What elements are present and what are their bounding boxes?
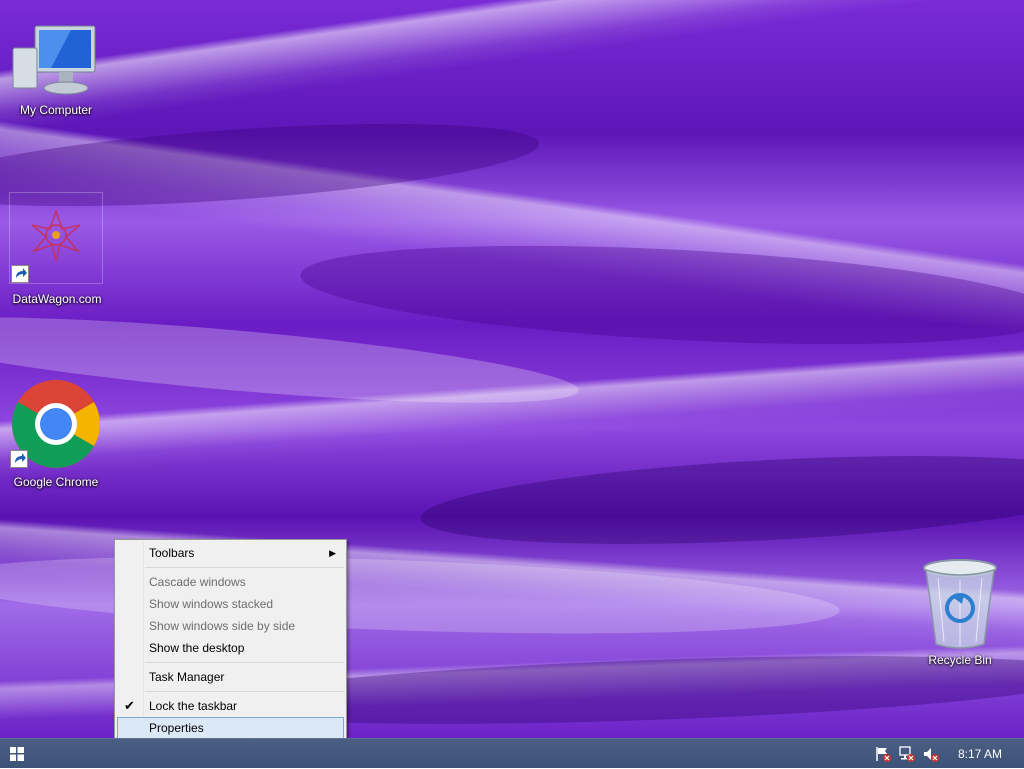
wallpaper-wave xyxy=(298,230,1024,360)
menu-item-show-the-desktop[interactable]: Show the desktop xyxy=(117,637,344,659)
menu-item-label: Cascade windows xyxy=(149,575,246,589)
recycle-bin-icon-item[interactable]: Recycle Bin xyxy=(913,558,1007,667)
shortcut-arrow-icon xyxy=(10,450,28,468)
action-center-flag-icon[interactable] xyxy=(874,745,892,763)
google-chrome-label: Google Chrome xyxy=(13,475,99,489)
menu-separator xyxy=(145,567,344,568)
menu-item-label: Lock the taskbar xyxy=(149,699,238,713)
my-computer-icon xyxy=(12,25,96,95)
volume-muted-icon[interactable] xyxy=(922,745,940,763)
menu-item-label: Toolbars xyxy=(149,546,195,560)
menu-item-label: Show the desktop xyxy=(149,641,245,655)
menu-item-label: Show windows stacked xyxy=(149,597,274,611)
recycle-bin-label: Recycle Bin xyxy=(928,653,992,667)
wallpaper-wave xyxy=(418,441,1024,559)
menu-item-properties[interactable]: Properties xyxy=(117,717,344,738)
menu-item-label: Properties xyxy=(149,721,204,735)
windows-logo-icon xyxy=(10,747,24,761)
google-chrome-icon-item[interactable]: Google Chrome xyxy=(9,378,103,489)
my-computer-icon-item[interactable]: My Computer xyxy=(9,22,103,117)
start-button[interactable] xyxy=(8,745,26,763)
shortcut-arrow-icon xyxy=(11,265,29,283)
menu-item-label: Show windows side by side xyxy=(149,619,296,633)
menu-item-show-windows-side-by-side[interactable]: Show windows side by side xyxy=(117,615,344,637)
datawagon-icon-item[interactable]: DataWagon.com xyxy=(9,192,103,306)
datawagon-logo-icon xyxy=(31,208,81,262)
taskbar-clock[interactable]: 8:17 AM xyxy=(958,739,1002,769)
checkmark-icon: ✔ xyxy=(124,698,135,713)
menu-item-lock-the-taskbar[interactable]: ✔ Lock the taskbar xyxy=(117,695,344,717)
taskbar[interactable]: 8:17 AM xyxy=(0,738,1024,768)
menu-item-label: Task Manager xyxy=(149,670,225,684)
menu-item-cascade-windows[interactable]: Cascade windows xyxy=(117,571,344,593)
my-computer-label: My Computer xyxy=(19,103,93,117)
taskbar-context-menu: Toolbars ▶ Cascade windows Show windows … xyxy=(114,539,347,738)
datawagon-label: DataWagon.com xyxy=(12,292,102,306)
network-icon[interactable] xyxy=(898,745,916,763)
menu-item-show-windows-stacked[interactable]: Show windows stacked xyxy=(117,593,344,615)
recycle-bin-icon xyxy=(923,559,997,649)
submenu-arrow-icon: ▶ xyxy=(329,548,336,558)
desktop[interactable]: My Computer DataWagon.com Google Chrome … xyxy=(0,0,1024,738)
menu-item-task-manager[interactable]: Task Manager xyxy=(117,666,344,688)
menu-separator xyxy=(145,691,344,692)
menu-item-toolbars[interactable]: Toolbars ▶ xyxy=(117,542,344,564)
menu-separator xyxy=(145,662,344,663)
